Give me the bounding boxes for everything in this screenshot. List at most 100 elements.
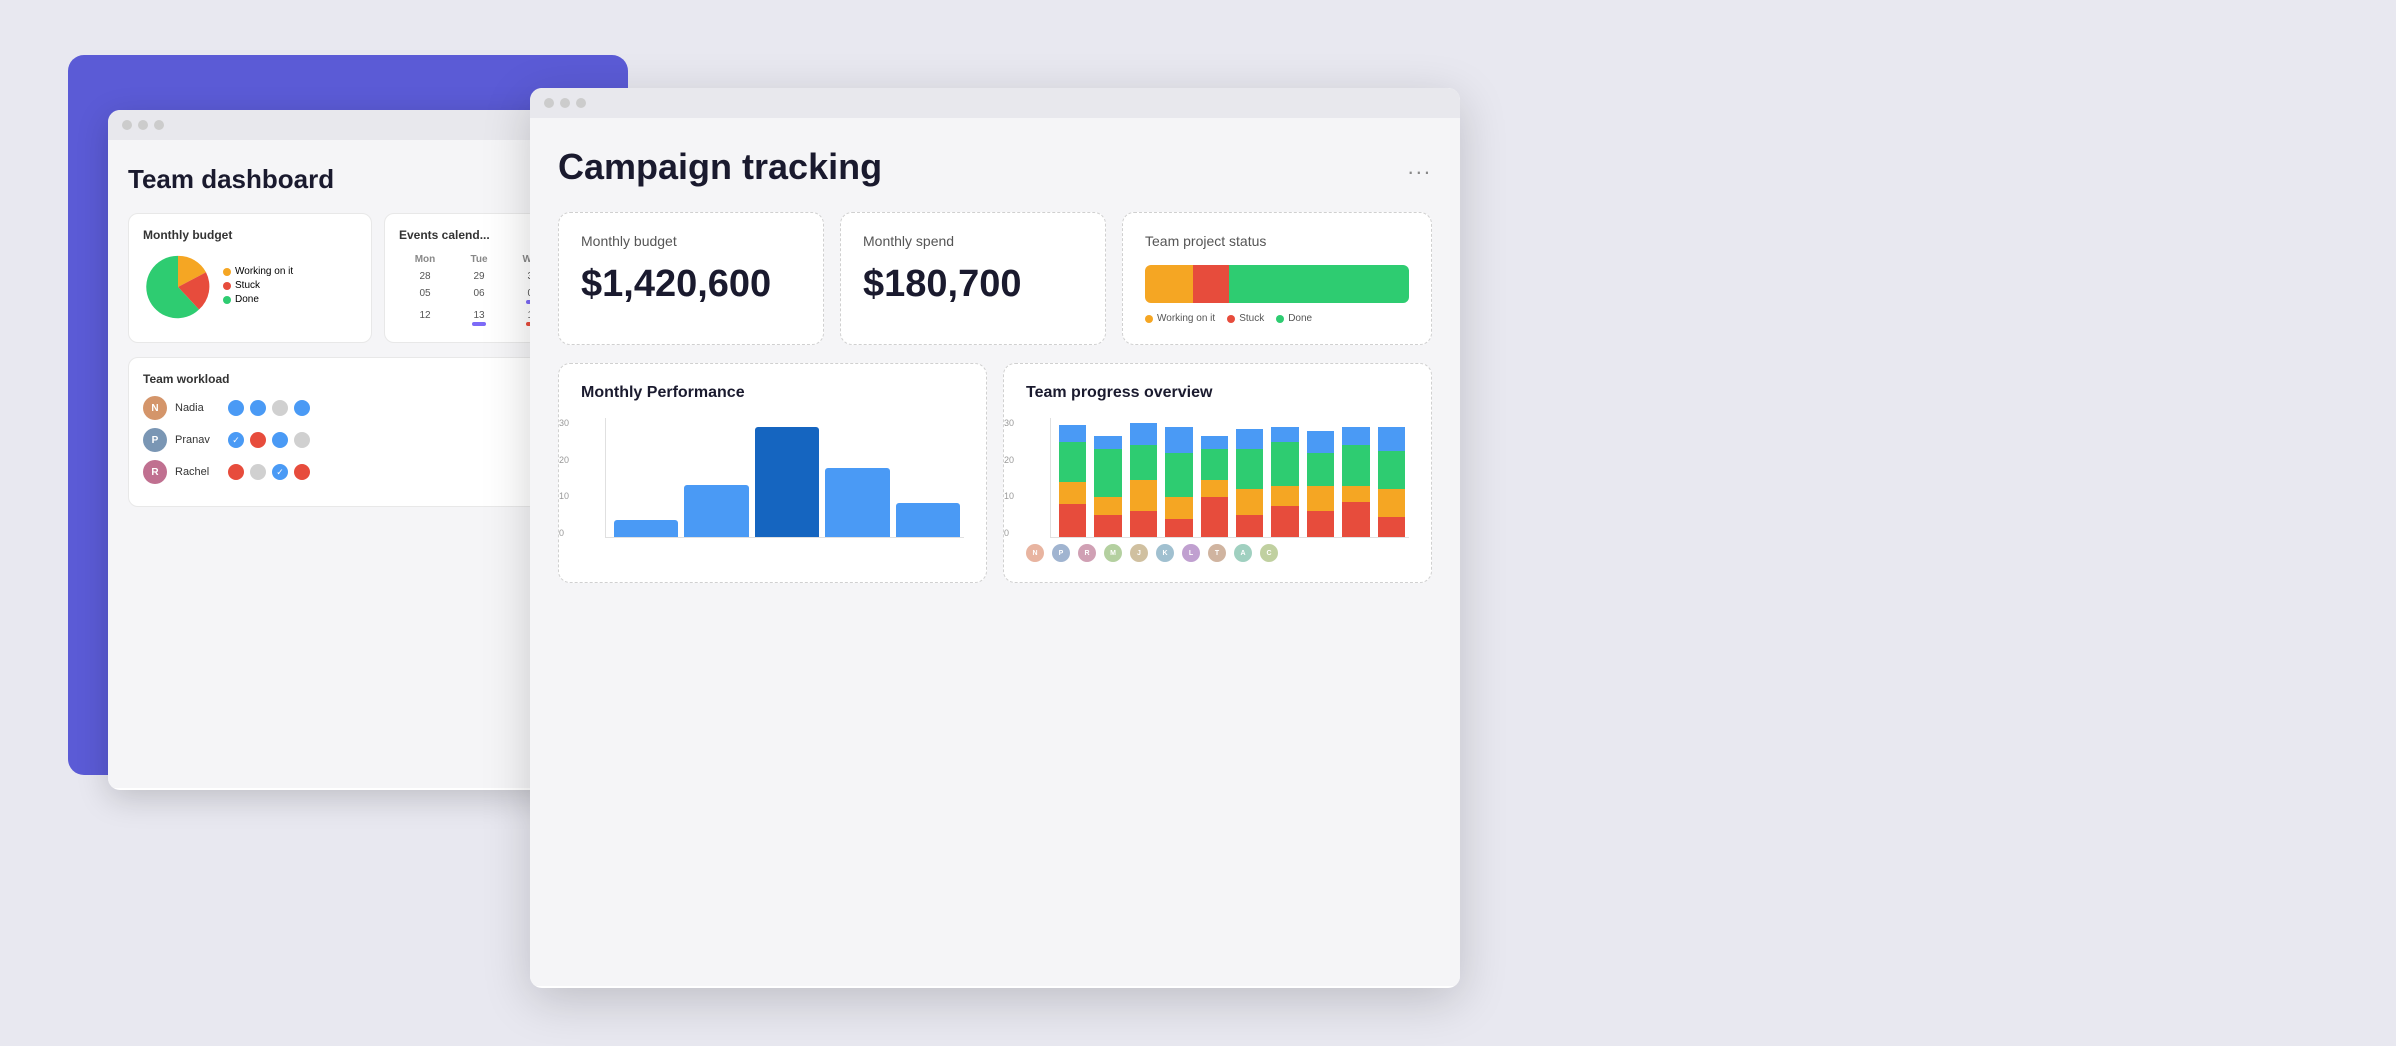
campaign-dot-3 xyxy=(576,98,586,108)
campaign-content: Campaign tracking ... Monthly budget $1,… xyxy=(530,118,1460,986)
stacked-col-7 xyxy=(1307,418,1334,537)
stacked-seg-5-3 xyxy=(1236,429,1263,449)
cal-29: 29 xyxy=(453,269,505,284)
bar-col-2 xyxy=(755,427,819,537)
stacked-seg-8-3 xyxy=(1342,427,1369,445)
cal-12: 12 xyxy=(399,308,451,328)
progress-avatar-2: R xyxy=(1078,544,1096,562)
kpi-row: Monthly budget $1,420,600 Monthly spend … xyxy=(558,212,1432,345)
stacked-seg-1-2 xyxy=(1094,449,1121,497)
progress-avatar-6: L xyxy=(1182,544,1200,562)
bottom-charts-row: Monthly Performance 30 20 10 0 Team prog… xyxy=(558,363,1432,583)
tps-seg-stuck xyxy=(1193,265,1230,303)
stacked-seg-5-2 xyxy=(1236,449,1263,489)
dot-5 xyxy=(250,432,266,448)
tps-bar xyxy=(1145,265,1409,303)
stacked-seg-7-0 xyxy=(1307,511,1334,537)
stacked-seg-2-1 xyxy=(1130,480,1157,511)
stacked-seg-9-3 xyxy=(1378,427,1405,451)
tps-legend-done: Done xyxy=(1276,313,1312,324)
window-dot-2 xyxy=(138,120,148,130)
stacked-seg-2-2 xyxy=(1130,445,1157,480)
stacked-seg-1-1 xyxy=(1094,497,1121,515)
campaign-titlebar xyxy=(530,88,1460,118)
stacked-col-9 xyxy=(1378,418,1405,537)
dot-2 xyxy=(250,400,266,416)
cal-06: 06 xyxy=(453,286,505,306)
dot-9 xyxy=(250,464,266,480)
cal-tue: Tue xyxy=(453,252,505,267)
stacked-seg-8-2 xyxy=(1342,445,1369,487)
tps-stacked-bar xyxy=(1145,265,1409,303)
stacked-seg-4-1 xyxy=(1201,480,1228,498)
check-1: ✓ xyxy=(228,432,244,448)
tps-label: Team project status xyxy=(1145,233,1409,249)
bar-4 xyxy=(896,503,960,537)
name-nadia: Nadia xyxy=(175,402,220,414)
tps-dot-stuck xyxy=(1227,315,1235,323)
tps-legend-working: Working on it xyxy=(1145,313,1215,324)
progress-avatar-1: P xyxy=(1052,544,1070,562)
stacked-seg-9-1 xyxy=(1378,489,1405,518)
stacked-seg-4-3 xyxy=(1201,436,1228,449)
monthly-budget-label: Monthly budget xyxy=(581,233,801,249)
stacked-seg-6-1 xyxy=(1271,486,1298,506)
bar-0 xyxy=(614,520,678,537)
stacked-col-6 xyxy=(1271,418,1298,537)
campaign-header: Campaign tracking ... xyxy=(558,146,1432,188)
stacked-seg-6-0 xyxy=(1271,506,1298,537)
stacked-seg-5-0 xyxy=(1236,515,1263,537)
cal-13: 13 xyxy=(453,308,505,328)
team-progress-y-labels: 30 20 10 0 xyxy=(1004,418,1014,538)
bar-col-1 xyxy=(684,485,748,537)
stacked-seg-3-1 xyxy=(1165,497,1192,519)
pie-container: Working on it Stuck Done xyxy=(143,252,357,322)
campaign-dot-2 xyxy=(560,98,570,108)
more-options-button[interactable]: ... xyxy=(1408,154,1432,180)
bar-col-0 xyxy=(614,520,678,537)
stacked-seg-5-1 xyxy=(1236,489,1263,515)
dot-1 xyxy=(228,400,244,416)
avatar-rachel: R xyxy=(143,460,167,484)
monthly-performance-bar-chart xyxy=(605,418,964,538)
cal-05: 05 xyxy=(399,286,451,306)
stacked-seg-7-2 xyxy=(1307,453,1334,486)
stacked-seg-8-1 xyxy=(1342,486,1369,501)
stacked-seg-4-0 xyxy=(1201,497,1228,537)
legend-dot-working xyxy=(223,268,231,276)
cal-mon: Mon xyxy=(399,252,451,267)
monthly-performance-title: Monthly Performance xyxy=(581,384,964,402)
pie-legend: Working on it Stuck Done xyxy=(223,266,293,308)
monthly-performance-card: Monthly Performance 30 20 10 0 xyxy=(558,363,987,583)
campaign-dot-1 xyxy=(544,98,554,108)
cal-28: 28 xyxy=(399,269,451,284)
tps-seg-done xyxy=(1229,265,1409,303)
bar-2 xyxy=(755,427,819,537)
stacked-col-8 xyxy=(1342,418,1369,537)
stacked-seg-7-3 xyxy=(1307,431,1334,453)
dot-8 xyxy=(228,464,244,480)
stacked-seg-4-2 xyxy=(1201,449,1228,480)
progress-avatar-0: N xyxy=(1026,544,1044,562)
dot-6 xyxy=(272,432,288,448)
window-dot-1 xyxy=(122,120,132,130)
tps-dot-done xyxy=(1276,315,1284,323)
tps-dot-working xyxy=(1145,315,1153,323)
avatar-pranav: P xyxy=(143,428,167,452)
dot-7 xyxy=(294,432,310,448)
td-monthly-budget-card: Monthly budget Working on it xyxy=(128,213,372,343)
dot-10 xyxy=(294,464,310,480)
avatar-row: NPRMJKLTAC xyxy=(1026,544,1409,562)
stacked-seg-1-3 xyxy=(1094,436,1121,449)
stacked-seg-3-0 xyxy=(1165,519,1192,537)
legend-working: Working on it xyxy=(223,266,293,277)
monthly-budget-value: $1,420,600 xyxy=(581,263,801,306)
legend-done: Done xyxy=(223,294,293,305)
team-progress-card: Team progress overview 30 20 10 0 NPRMJK… xyxy=(1003,363,1432,583)
bar-chart-wrapper: 30 20 10 0 xyxy=(581,418,964,538)
progress-avatar-3: M xyxy=(1104,544,1122,562)
stacked-seg-6-3 xyxy=(1271,427,1298,442)
stacked-seg-9-0 xyxy=(1378,517,1405,537)
team-progress-title: Team progress overview xyxy=(1026,384,1409,402)
campaign-title: Campaign tracking xyxy=(558,146,882,188)
